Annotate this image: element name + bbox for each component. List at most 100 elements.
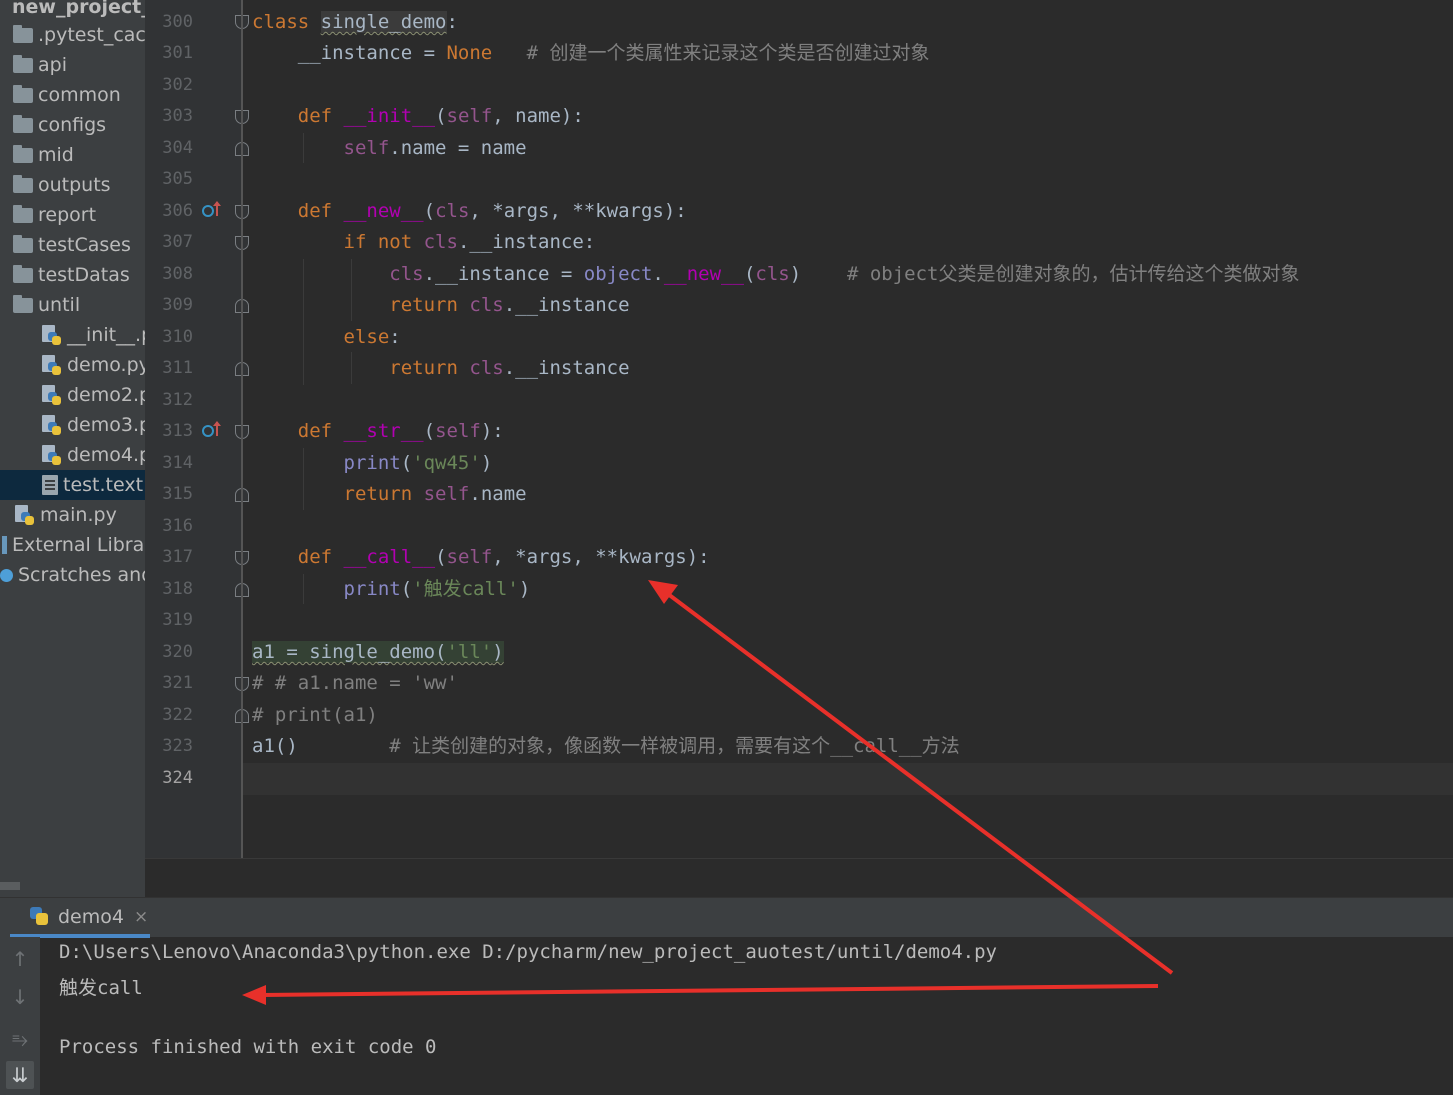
tree-file-demo2[interactable]: demo2.p	[0, 380, 145, 410]
code-token: .	[652, 263, 664, 285]
code-token: __new__	[343, 200, 424, 222]
arrow-down-icon[interactable]: ↓	[6, 983, 34, 1011]
tree-folder-configs[interactable]: configs	[0, 110, 145, 140]
code-token: .__instance =	[423, 263, 584, 285]
console-output-line: 触发call	[59, 977, 143, 999]
tree-external-libraries[interactable]: External Librari	[0, 530, 145, 560]
tree-file-main[interactable]: main.py	[0, 500, 145, 530]
line-number: 311	[162, 358, 193, 378]
run-tab-demo4[interactable]: demo4 ×	[8, 898, 156, 935]
tree-item-label: demo4.p	[67, 444, 145, 466]
python-file-icon	[42, 385, 62, 405]
arrow-up-icon[interactable]: ↑	[6, 945, 34, 973]
code-token: (	[423, 420, 436, 442]
tree-folder-testdatas[interactable]: testDatas	[0, 260, 145, 290]
code-line-323[interactable]: a1() # 让类创建的对象，像函数一样被调用，需要有这个__call__方法	[252, 730, 960, 762]
line-number: 322	[162, 705, 193, 725]
tree-item-label: configs	[38, 114, 107, 136]
folder-icon	[13, 114, 33, 133]
code-line-307[interactable]: if not cls.__instance:	[252, 226, 596, 258]
tree-folder-pytest-cache[interactable]: .pytest_cach	[0, 20, 145, 50]
code-line-320[interactable]: a1 = single_demo('ll')	[252, 636, 504, 668]
tree-folder-common[interactable]: common	[0, 80, 145, 110]
code-token: (	[400, 452, 413, 474]
code-token: )	[480, 452, 493, 474]
code-token: cls	[755, 263, 790, 285]
tree-folder-until[interactable]: until	[0, 290, 145, 320]
code-line-310[interactable]: else:	[252, 321, 401, 353]
tree-file-demo4[interactable]: demo4.p	[0, 440, 145, 470]
code-line-300[interactable]: class single_demo:	[252, 6, 458, 38]
code-line-314[interactable]: print('qw45')	[252, 447, 493, 479]
code-line-308[interactable]: cls.__instance = object.__new__(cls) # o…	[252, 258, 1299, 290]
run-tab-label: demo4	[58, 905, 124, 928]
line-number: 300	[162, 12, 193, 32]
tree-item-label: demo.py	[67, 354, 145, 376]
code-token: self	[423, 483, 470, 505]
code-line-322[interactable]: # print(a1)	[252, 699, 378, 731]
code-token: class	[252, 11, 310, 33]
tree-scratches[interactable]: Scratches and C	[0, 560, 145, 590]
code-token: , *args, **kwargs):	[492, 546, 710, 568]
tree-item-label: demo3.p	[67, 414, 145, 436]
folder-icon	[13, 204, 33, 223]
tree-file-init[interactable]: __init__.p	[0, 320, 145, 350]
code-line-318[interactable]: print('触发call')	[252, 573, 531, 605]
code-line-315[interactable]: return self.name	[252, 478, 527, 510]
sidebar-scrollbar[interactable]	[0, 882, 20, 890]
python-file-icon	[42, 355, 62, 375]
code-line-303[interactable]: def __init__(self, name):	[252, 100, 584, 132]
overrides-method-icon[interactable]	[202, 201, 222, 218]
text-file-icon	[42, 475, 58, 495]
code-token: __str__	[343, 420, 424, 442]
code-token: .name	[469, 483, 527, 505]
scroll-to-end-icon[interactable]: ⇊	[6, 1061, 34, 1089]
tree-folder-mid[interactable]: mid	[0, 140, 145, 170]
run-tab-bar: demo4 ×	[0, 897, 1453, 938]
code-token: cls	[389, 263, 424, 285]
code-token: def	[297, 200, 333, 222]
tree-folder-api[interactable]: api	[0, 50, 145, 80]
code-line-301[interactable]: __instance = None # 创建一个类属性来记录这个类是否创建过对象	[252, 37, 930, 69]
line-number: 313	[162, 421, 193, 441]
code-token: __call__	[343, 546, 436, 568]
tree-folder-outputs[interactable]: outputs	[0, 170, 145, 200]
tree-file-demo[interactable]: demo.py	[0, 350, 145, 380]
code-line-309[interactable]: return cls.__instance	[252, 289, 629, 321]
tree-item-label: Scratches and C	[18, 564, 145, 586]
code-comment: # 让类创建的对象，像函数一样被调用，需要有这个__call__方法	[389, 735, 960, 757]
code-token: if not	[343, 231, 413, 253]
code-line-306[interactable]: def __new__(cls, *args, **kwargs):	[252, 195, 687, 227]
code-token: cls	[435, 200, 470, 222]
code-token: a1 = single_demo(	[252, 641, 447, 663]
tree-folder-report[interactable]: report	[0, 200, 145, 230]
soft-wrap-icon[interactable]: ⥱	[6, 1025, 34, 1053]
code-line-317[interactable]: def __call__(self, *args, **kwargs):	[252, 541, 710, 573]
code-token: print	[343, 578, 401, 600]
run-toolbar: ↑ ↓ ⥱ ⇊	[0, 937, 40, 1095]
code-token: return	[389, 357, 458, 379]
code-line-321[interactable]: # # a1.name = 'ww'	[252, 667, 458, 699]
code-line-311[interactable]: return cls.__instance	[252, 352, 629, 384]
tree-folder-testcases[interactable]: testCases	[0, 230, 145, 260]
tree-root-folder[interactable]: new_project_au	[0, 0, 145, 22]
python-run-icon	[30, 907, 50, 927]
python-file-icon	[42, 325, 62, 345]
code-line-304[interactable]: self.name = name	[252, 132, 527, 164]
python-file-icon	[15, 505, 35, 525]
tree-item-label: api	[38, 54, 67, 76]
overrides-method-icon[interactable]	[202, 421, 222, 438]
code-token: single_demo	[320, 11, 447, 33]
tree-file-demo3[interactable]: demo3.p	[0, 410, 145, 440]
close-icon[interactable]: ×	[134, 907, 148, 927]
tree-file-test-text[interactable]: test.text	[0, 470, 145, 500]
code-token: '触发call'	[412, 578, 519, 600]
folder-icon	[13, 24, 33, 43]
code-comment: # 创建一个类属性来记录这个类是否创建过对象	[526, 42, 930, 64]
code-token: __new__	[663, 263, 744, 285]
code-token: .name = name	[389, 137, 527, 159]
code-token: self	[446, 546, 493, 568]
line-number: 308	[162, 264, 193, 284]
code-line-313[interactable]: def __str__(self):	[252, 415, 504, 447]
tree-item-label: outputs	[38, 174, 111, 196]
